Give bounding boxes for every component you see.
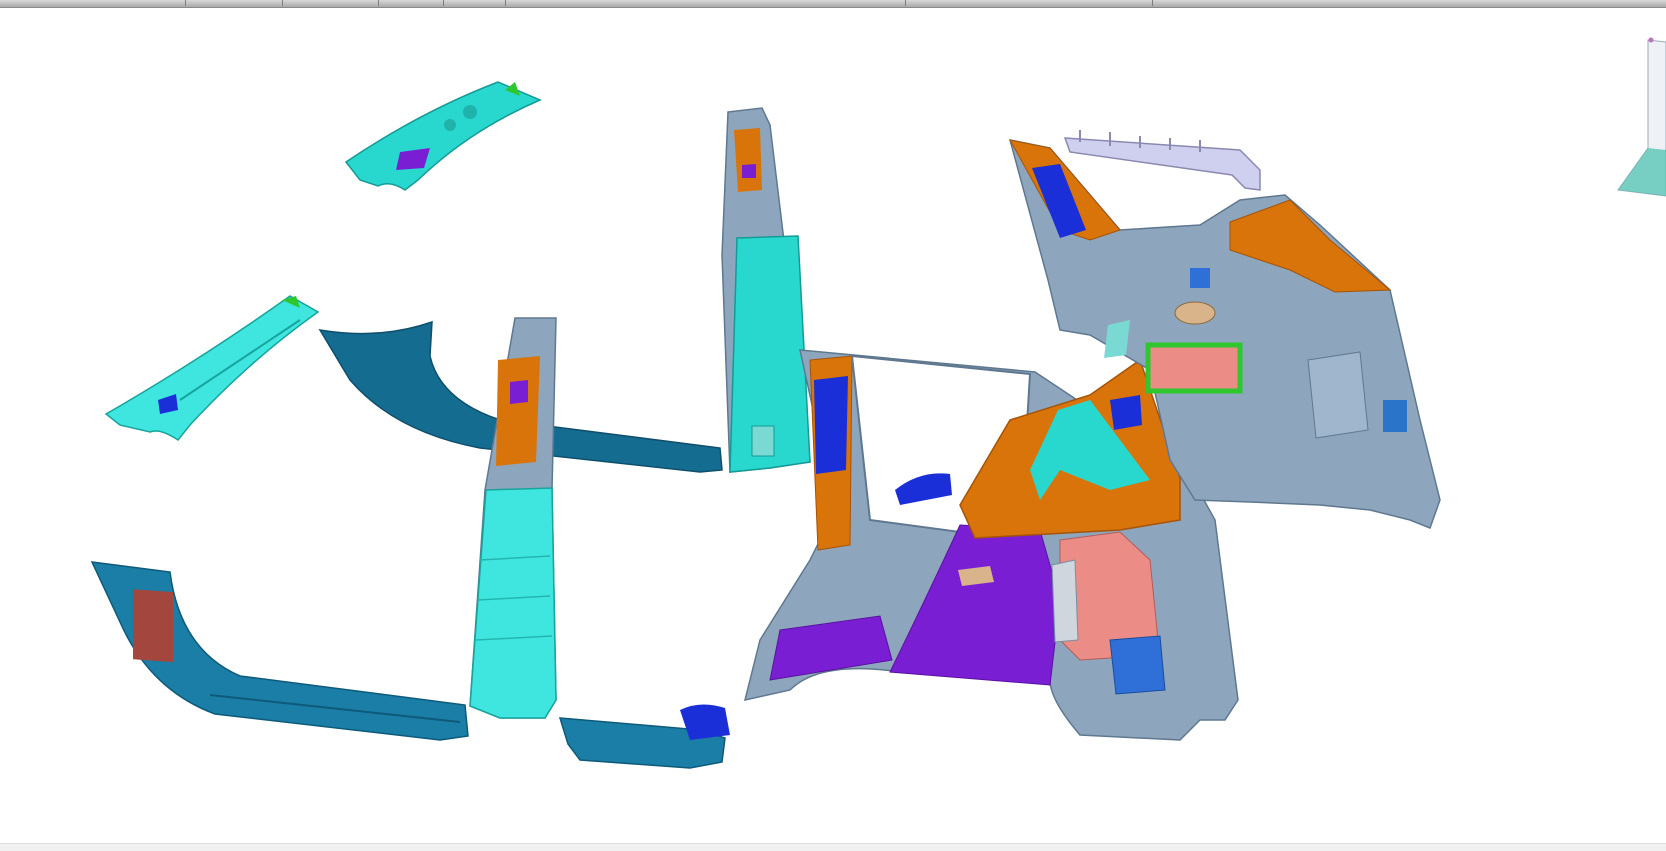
a-pillar-upper-trim[interactable] [344, 81, 542, 191]
roof-rail-bracket[interactable] [1063, 130, 1261, 191]
toolbar-separator [905, 0, 906, 6]
compass-triad-icon[interactable] [1617, 37, 1666, 197]
toolbar-separator [1152, 0, 1153, 6]
toolbar-separator [185, 0, 186, 6]
toolbar-separator [443, 0, 444, 6]
top-toolbar-strip[interactable] [0, 0, 1666, 8]
toolbar-separator [282, 0, 283, 6]
toolbar-separator [505, 0, 506, 6]
front-sill-scuff-plate[interactable] [90, 561, 469, 741]
b-pillar-upper-trim[interactable] [469, 317, 557, 719]
center-sill-scuff-plate[interactable] [558, 704, 730, 769]
toolbar-separator [378, 0, 379, 6]
c-pillar-trim[interactable] [721, 107, 811, 473]
3d-viewport[interactable] [0, 8, 1666, 843]
a-pillar-lower-trim[interactable] [104, 295, 320, 442]
